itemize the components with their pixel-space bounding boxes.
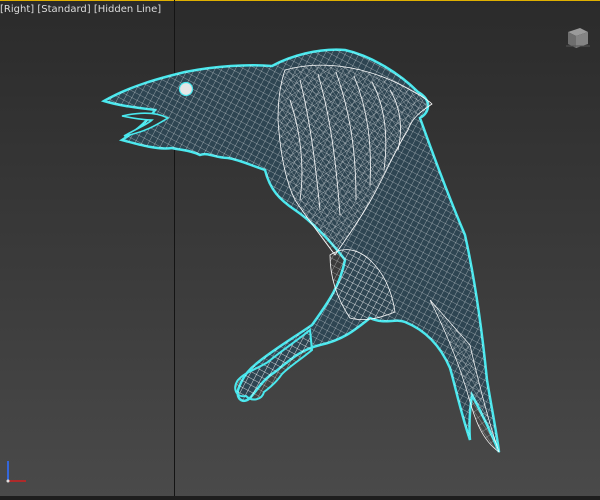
viewcube-icon[interactable] xyxy=(562,24,592,54)
viewport-right[interactable]: [Right] [Standard] [Hidden Line] xyxy=(0,0,600,500)
raven-eye xyxy=(178,81,194,97)
axis-gizmo-icon xyxy=(6,461,26,483)
viewport-bottom-edge xyxy=(0,496,600,500)
raven-mesh[interactable] xyxy=(0,0,600,500)
raven-leg xyxy=(234,328,314,401)
